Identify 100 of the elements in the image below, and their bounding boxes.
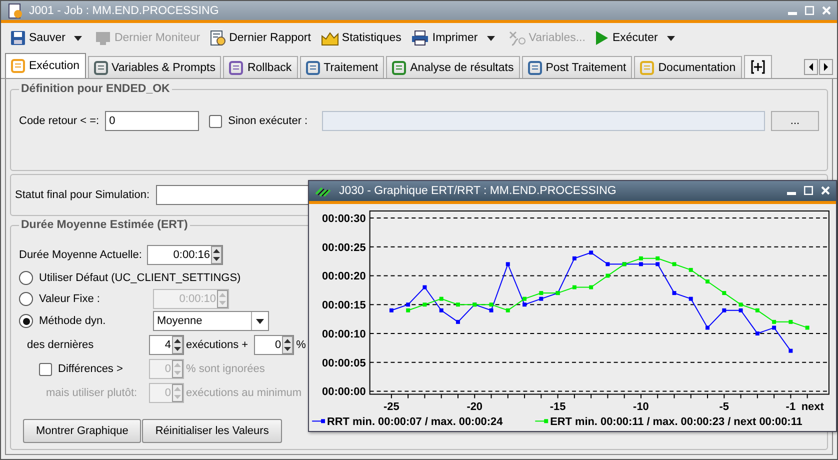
y-tick-label: 00:00:00 [322, 386, 366, 398]
spin-field[interactable]: 0 [254, 335, 294, 355]
spin-arrows-icon[interactable] [172, 336, 183, 354]
data-point [422, 302, 427, 306]
play-icon [595, 30, 610, 46]
scroll-right-icon[interactable] [819, 59, 833, 75]
input-field[interactable] [322, 111, 765, 131]
add-tab-button[interactable] [744, 55, 772, 78]
radio-label: Valeur Fixe : [39, 292, 100, 304]
field-label: exécutions au minimum [186, 387, 302, 399]
radio-button[interactable] [19, 314, 33, 328]
field-label: mais utiliser plutôt: [45, 387, 138, 399]
browse-button[interactable]: ... [771, 111, 819, 131]
data-point [672, 290, 676, 295]
close-icon[interactable] [822, 6, 831, 15]
data-point [506, 262, 510, 266]
spin-field[interactable]: 4 [149, 335, 184, 355]
data-point [589, 285, 594, 290]
x-tick-label: -15 [550, 401, 566, 414]
tab[interactable]: Rollback [223, 56, 298, 78]
tab[interactable]: Documentation [634, 56, 742, 78]
tab[interactable]: Exécution [5, 53, 86, 78]
toolbar-button[interactable]: Dernier Rapport [207, 28, 314, 48]
tab-icon [94, 60, 108, 74]
data-point [755, 308, 760, 312]
data-point [772, 326, 776, 330]
maximize-icon[interactable] [804, 186, 813, 196]
y-tick-label: 00:00:30 [322, 212, 366, 225]
spin-field[interactable]: 0:00:16 [147, 245, 223, 265]
caret-icon [74, 36, 82, 40]
data-point [422, 285, 427, 290]
field-label: des dernières [26, 339, 95, 351]
data-point [489, 308, 494, 312]
tab-icon [528, 60, 542, 74]
data-point [656, 256, 660, 260]
field-label: exécutions + [186, 339, 248, 351]
data-point [805, 326, 810, 330]
data-point [572, 285, 576, 290]
y-tick-label: 00:00:15 [322, 300, 366, 312]
plus-icon [750, 60, 765, 74]
toolbar-button[interactable]: Exécuter [592, 28, 661, 48]
toolbar-button[interactable]: Statistiques [318, 28, 404, 48]
caret-icon [666, 36, 675, 40]
radio-label: Utiliser Défaut (UC_CLIENT_SETTINGS) [39, 272, 241, 284]
report-clock-icon [210, 30, 226, 46]
radio-button[interactable] [19, 270, 33, 284]
legend-marker [534, 419, 548, 424]
input-field[interactable]: 0 [105, 111, 200, 131]
checkbox[interactable] [209, 114, 222, 128]
toolbar-button[interactable]: Imprimer [408, 28, 481, 48]
data-point [788, 320, 793, 324]
toolbar-button[interactable]: Sauver [7, 28, 68, 48]
data-point [688, 268, 693, 272]
data-point [506, 308, 510, 312]
tab[interactable]: Analyse de résultats [386, 56, 520, 78]
data-point [722, 290, 726, 295]
data-point [706, 326, 710, 330]
spin-arrows-icon[interactable] [282, 336, 294, 354]
data-point [539, 296, 544, 301]
method-dropdown[interactable]: Moyenne [153, 311, 269, 331]
data-point [456, 302, 460, 306]
x-tick-label: -25 [384, 401, 400, 414]
data-point [389, 308, 394, 312]
y-tick-label: 00:00:05 [322, 357, 366, 370]
field-label: Durée Moyenne Actuelle: [19, 249, 143, 261]
variables-icon [508, 30, 526, 46]
spin-arrows-icon[interactable] [211, 246, 222, 264]
action-button[interactable]: Montrer Graphique [23, 419, 142, 443]
field-label: % sont ignorées [186, 363, 265, 375]
data-point [456, 320, 460, 324]
radio-label: Méthode dyn. [39, 315, 106, 327]
data-point [755, 331, 760, 336]
y-tick-label: 00:00:20 [322, 270, 366, 283]
tab[interactable]: Traitement [300, 56, 384, 78]
y-tick-label: 00:00:25 [322, 242, 366, 254]
data-point [522, 296, 527, 301]
data-point [722, 308, 726, 312]
data-point [589, 250, 594, 255]
legend-marker [312, 419, 325, 424]
data-point [706, 279, 710, 284]
action-button[interactable]: Réinitialiser les Valeurs [142, 419, 282, 443]
data-point [606, 274, 610, 278]
caret-icon [486, 36, 495, 40]
scroll-left-icon[interactable] [804, 59, 818, 75]
data-point [406, 308, 410, 312]
tab[interactable]: Variables & Prompts [88, 56, 222, 78]
tab[interactable]: Post Traitement [522, 56, 632, 78]
x-tick-label: next [801, 401, 824, 414]
x-tick-label: -20 [466, 401, 483, 414]
job-icon [7, 2, 23, 18]
chart-icon [320, 30, 339, 46]
data-point [738, 302, 743, 306]
checkbox-label: Différences > [58, 363, 123, 375]
close-icon[interactable] [821, 186, 830, 196]
data-point [638, 262, 643, 266]
tab-icon [306, 60, 320, 74]
field-label: Code retour < =: [19, 115, 100, 127]
data-point [688, 296, 693, 301]
window-title: J030 - Graphique ERT/RRT : MM.END.PROCESSING [339, 184, 616, 197]
data-point [539, 290, 544, 295]
